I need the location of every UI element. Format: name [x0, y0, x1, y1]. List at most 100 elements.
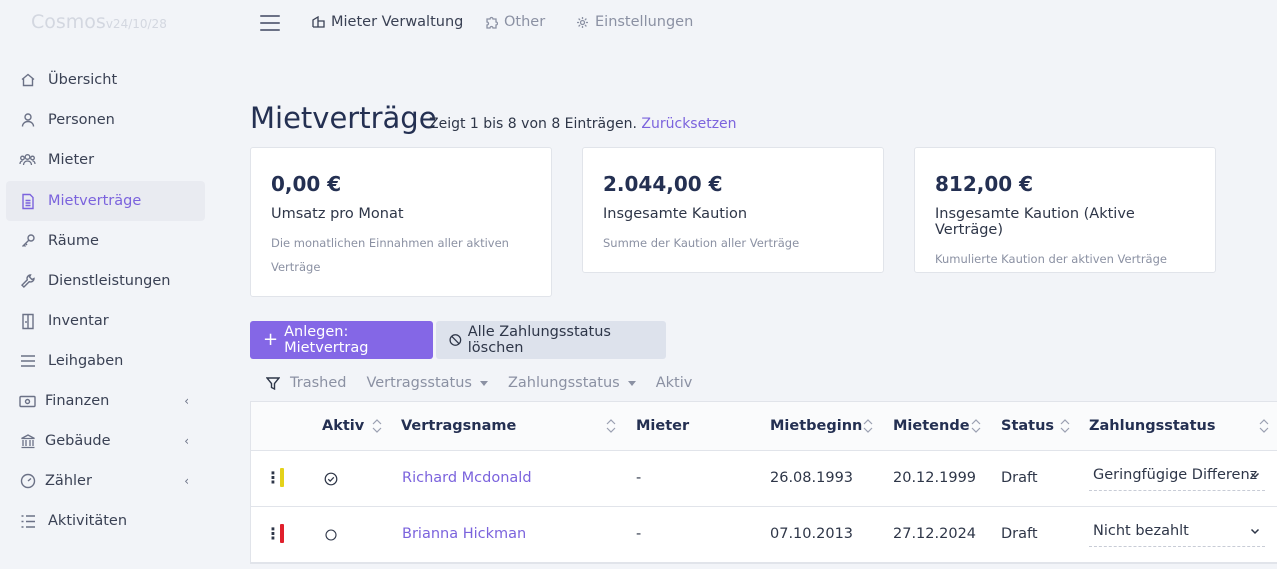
reset-link[interactable]: Zurücksetzen	[641, 116, 736, 132]
caret-down-icon	[627, 380, 636, 386]
sidebar-item-finanzen[interactable]: Finanzen ‹	[6, 381, 205, 421]
stat-title: Umsatz pro Monat	[271, 206, 404, 222]
sidebar-item-label: Inventar	[48, 313, 109, 329]
topnav-einstellungen[interactable]: Einstellungen	[576, 14, 693, 30]
document-icon	[19, 193, 36, 210]
status-cell: Draft	[1001, 470, 1038, 486]
sidebar-item-mietvertraege[interactable]: Mietverträge	[6, 181, 205, 221]
topnav-label: Einstellungen	[595, 14, 694, 30]
sidebar-item-aktivitaeten[interactable]: Aktivitäten	[6, 501, 205, 541]
topnav-label: Other	[504, 14, 546, 30]
sort-icon[interactable]	[971, 419, 981, 433]
check-circle-icon	[324, 472, 338, 486]
filter-vertragsstatus-label: Vertragsstatus	[366, 375, 472, 391]
column-mieter: Mieter	[636, 418, 690, 434]
filter-aktiv[interactable]: Aktiv	[656, 375, 693, 391]
sidebar-item-personen[interactable]: Personen	[6, 100, 205, 140]
sidebar-item-label: Mietverträge	[48, 193, 142, 209]
chevron-down-icon	[1250, 472, 1260, 479]
column-vertragsname[interactable]: Vertragsname	[401, 418, 516, 434]
sort-icon[interactable]	[863, 419, 873, 433]
column-mietbeginn[interactable]: Mietbeginn	[770, 418, 862, 434]
menu-toggle-icon[interactable]	[260, 15, 280, 31]
sidebar-item-inventar[interactable]: Inventar	[6, 301, 205, 341]
column-status[interactable]: Status	[1001, 418, 1054, 434]
key-icon	[19, 233, 36, 250]
sidebar-item-label: Räume	[48, 233, 99, 249]
column-mietende[interactable]: Mietende	[893, 418, 970, 434]
payment-status-value: Geringfügige Differenz	[1093, 467, 1258, 483]
sidebar-item-raeume[interactable]: Räume	[6, 221, 205, 261]
sidebar-item-gebaeude[interactable]: Gebäude ‹	[6, 421, 205, 461]
sidebar-item-mieter[interactable]: Mieter	[6, 140, 205, 180]
filter-aktiv-label: Aktiv	[655, 375, 693, 391]
clear-payment-status-button[interactable]: Alle Zahlungsstatus löschen	[436, 321, 666, 359]
person-icon	[19, 112, 36, 129]
top-navbar: Mieter Verwaltung Other Einstellungen	[250, 0, 1277, 48]
create-contract-button[interactable]: + Anlegen: Mietvertrag	[250, 321, 433, 359]
filter-zahlungsstatus-label: Zahlungsstatus	[507, 375, 620, 391]
tenant-cell: -	[636, 526, 642, 542]
sidebar-item-uebersicht[interactable]: Übersicht	[6, 60, 205, 100]
activity-list-icon	[19, 513, 36, 530]
chevron-down-icon	[1250, 528, 1260, 535]
cabinet-icon	[19, 313, 36, 330]
topnav-mieter-verwaltung[interactable]: Mieter Verwaltung	[312, 14, 463, 30]
table-header: Aktiv Vertragsname Mieter Mietbeginn Mie…	[251, 402, 1277, 451]
status-color-bar	[280, 524, 284, 543]
filter-trashed-label: Trashed	[290, 375, 347, 391]
stat-title: Insgesamte Kaution (Aktive Verträge)	[935, 206, 1135, 238]
stat-title: Insgesamte Kaution	[603, 206, 748, 222]
stat-card-kaution-aktiv: 812,00 € Insgesamte Kaution (Aktive Vert…	[914, 147, 1216, 273]
row-actions-icon[interactable]: ⋮	[265, 470, 281, 486]
table-row[interactable]: ⋮ Brianna Hickman - 07.10.2013 27.12.202…	[251, 507, 1277, 563]
building-icon	[312, 16, 325, 28]
sidebar-item-label: Leihgaben	[48, 353, 124, 369]
sidebar-item-label: Übersicht	[48, 72, 118, 88]
topnav-other[interactable]: Other	[485, 14, 545, 30]
row-actions-icon[interactable]: ⋮	[265, 526, 281, 542]
stat-card-umsatz: 0,00 € Umsatz pro Monat Die monatlichen …	[250, 147, 552, 297]
sidebar: Übersicht Personen Mieter Mietverträge R…	[0, 0, 210, 569]
end-date-cell: 20.12.1999	[893, 470, 977, 486]
sort-icon[interactable]	[1259, 419, 1269, 433]
list-icon	[19, 353, 36, 370]
filter-trashed[interactable]: Trashed	[266, 375, 346, 391]
payment-status-select[interactable]: Nicht bezahlt	[1089, 523, 1265, 547]
stat-description: Die monatlichen Einnahmen aller aktiven …	[271, 236, 509, 274]
contract-name-link[interactable]: Richard Mcdonald	[402, 470, 532, 486]
filter-icon	[266, 376, 280, 390]
status-color-bar	[280, 468, 284, 487]
sidebar-item-label: Finanzen	[45, 393, 110, 409]
column-aktiv[interactable]: Aktiv	[322, 418, 364, 434]
sidebar-item-label: Zähler	[45, 473, 92, 489]
sidebar-item-leihgaben[interactable]: Leihgaben	[6, 341, 205, 381]
sidebar-item-zaehler[interactable]: Zähler ‹	[6, 461, 205, 501]
page-title: Mietverträge	[250, 101, 437, 135]
chevron-left-icon: ‹	[184, 394, 189, 408]
contract-name-link[interactable]: Brianna Hickman	[402, 526, 526, 542]
sort-icon[interactable]	[372, 419, 382, 433]
sidebar-item-label: Personen	[48, 112, 115, 128]
money-icon	[19, 393, 36, 410]
stat-description: Kumulierte Kaution der aktiven Verträge	[935, 252, 1167, 266]
table-row[interactable]: ⋮ Richard Mcdonald - 26.08.1993 20.12.19…	[251, 451, 1277, 507]
status-cell: Draft	[1001, 526, 1038, 542]
tenant-cell: -	[636, 470, 642, 486]
filter-zahlungsstatus[interactable]: Zahlungsstatus	[508, 375, 636, 391]
sort-icon[interactable]	[606, 419, 616, 433]
stat-description: Summe der Kaution aller Verträge	[603, 236, 800, 250]
wrench-icon	[19, 273, 36, 290]
sidebar-item-dienstleistungen[interactable]: Dienstleistungen	[6, 261, 205, 301]
payment-status-select[interactable]: Geringfügige Differenz	[1089, 467, 1265, 491]
stat-value: 0,00 €	[271, 172, 342, 196]
gauge-icon	[19, 473, 36, 490]
clear-payment-status-label: Alle Zahlungsstatus löschen	[467, 324, 611, 356]
sort-icon[interactable]	[1060, 419, 1070, 433]
start-date-cell: 07.10.2013	[770, 526, 854, 542]
home-icon	[19, 72, 36, 89]
filter-vertragsstatus[interactable]: Vertragsstatus	[366, 375, 488, 391]
column-zahlungsstatus[interactable]: Zahlungsstatus	[1089, 418, 1215, 434]
caret-down-icon	[479, 380, 488, 386]
sidebar-item-label: Gebäude	[45, 433, 111, 449]
